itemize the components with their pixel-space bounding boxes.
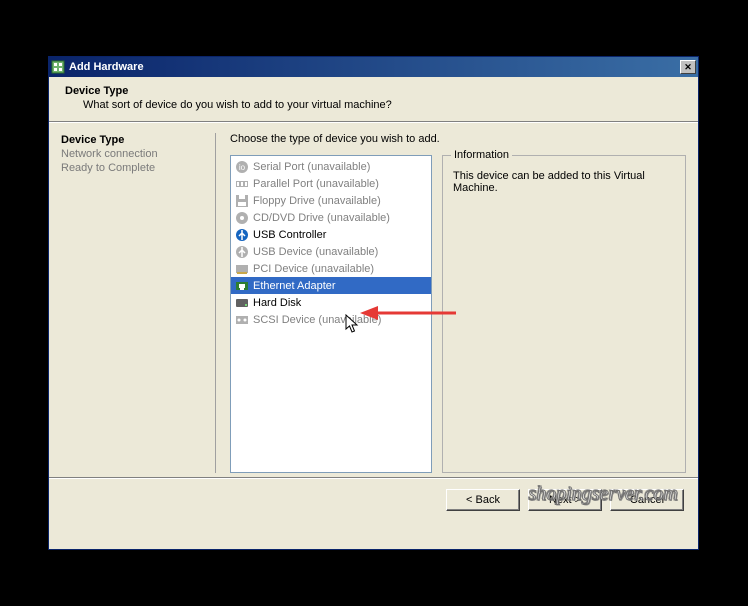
device-item-serial: io Serial Port (unavailable) xyxy=(231,158,431,175)
window-title: Add Hardware xyxy=(69,61,680,73)
information-group: Information This device can be added to … xyxy=(442,155,686,473)
device-list[interactable]: io Serial Port (unavailable) Parallel Port… xyxy=(230,155,432,473)
device-item-parallel: Parallel Port (unavailable) xyxy=(231,175,431,192)
device-label: USB Device (unavailable) xyxy=(253,246,378,258)
button-bar: < Back Next > Cancel xyxy=(49,479,698,521)
add-hardware-dialog: Add Hardware ✕ Device Type What sort of … xyxy=(48,56,699,550)
usb-icon xyxy=(234,227,250,243)
hdd-icon xyxy=(234,295,250,311)
nav-step-0[interactable]: Device Type xyxy=(61,133,209,147)
close-button[interactable]: ✕ xyxy=(680,60,696,74)
device-label: USB Controller xyxy=(253,229,326,241)
device-item-hdd[interactable]: Hard Disk xyxy=(231,294,431,311)
floppy-icon xyxy=(234,193,250,209)
device-label: SCSI Device (unavailable) xyxy=(253,314,381,326)
device-item-scsi: SCSI Device (unavailable) xyxy=(231,311,431,328)
svg-text:io: io xyxy=(239,163,246,172)
device-label: Serial Port (unavailable) xyxy=(253,161,370,173)
device-label: Ethernet Adapter xyxy=(253,280,336,292)
usbdev-icon xyxy=(234,244,250,260)
nav-step-1[interactable]: Network connection xyxy=(61,147,209,161)
device-item-usb[interactable]: USB Controller xyxy=(231,226,431,243)
information-legend: Information xyxy=(451,149,512,161)
wizard-header: Device Type What sort of device do you w… xyxy=(49,77,698,121)
device-label: Floppy Drive (unavailable) xyxy=(253,195,381,207)
scsi-icon xyxy=(234,312,250,328)
device-label: Parallel Port (unavailable) xyxy=(253,178,379,190)
ethernet-icon xyxy=(234,278,250,294)
serial-icon: io xyxy=(234,159,250,175)
titlebar[interactable]: Add Hardware ✕ xyxy=(49,57,698,77)
information-text: This device can be added to this Virtual… xyxy=(453,170,675,194)
pci-icon xyxy=(234,261,250,277)
parallel-icon xyxy=(234,176,250,192)
device-label: Hard Disk xyxy=(253,297,301,309)
device-item-floppy: Floppy Drive (unavailable) xyxy=(231,192,431,209)
device-item-pci: PCI Device (unavailable) xyxy=(231,260,431,277)
header-title: Device Type xyxy=(65,85,682,97)
nav-step-2[interactable]: Ready to Complete xyxy=(61,161,209,175)
cd-icon xyxy=(234,210,250,226)
step-nav: Device TypeNetwork connectionReady to Co… xyxy=(61,133,216,473)
device-label: CD/DVD Drive (unavailable) xyxy=(253,212,390,224)
back-button[interactable]: < Back xyxy=(446,489,520,511)
header-subtitle: What sort of device do you wish to add t… xyxy=(83,99,682,111)
instruction-text: Choose the type of device you wish to ad… xyxy=(230,133,686,145)
device-item-cd: CD/DVD Drive (unavailable) xyxy=(231,209,431,226)
device-item-ethernet[interactable]: Ethernet Adapter xyxy=(231,277,431,294)
app-icon xyxy=(51,60,65,74)
device-label: PCI Device (unavailable) xyxy=(253,263,374,275)
next-button[interactable]: Next > xyxy=(528,489,602,511)
device-item-usbdev: USB Device (unavailable) xyxy=(231,243,431,260)
cancel-button[interactable]: Cancel xyxy=(610,489,684,511)
